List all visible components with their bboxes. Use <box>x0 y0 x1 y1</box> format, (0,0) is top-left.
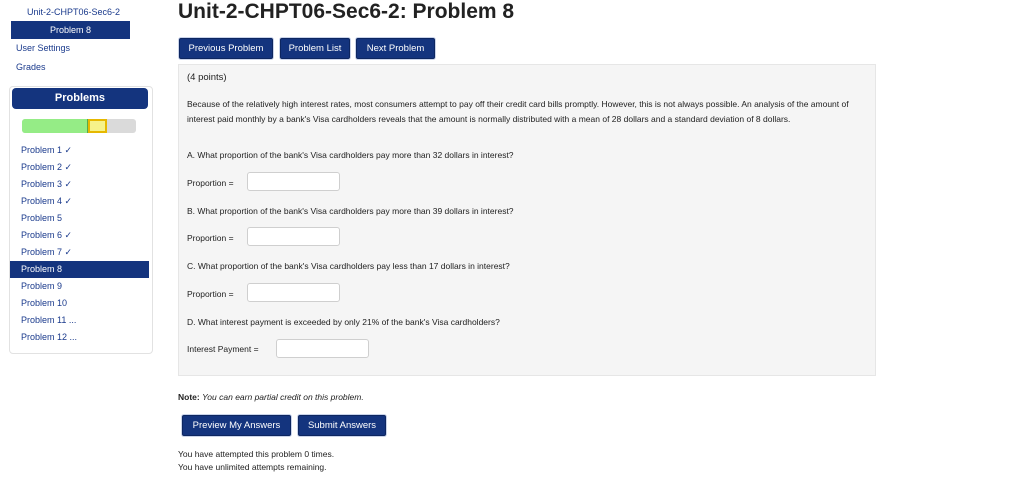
problems-header: Problems <box>12 88 148 109</box>
question-d: D. What interest payment is exceeded by … <box>187 317 500 327</box>
answer-input-c[interactable] <box>247 283 340 302</box>
question-b: B. What proportion of the bank's Visa ca… <box>187 206 514 216</box>
answer-input-d[interactable] <box>276 339 369 358</box>
answer-label-c: Proportion = <box>187 289 234 299</box>
submit-answers-button[interactable]: Submit Answers <box>298 415 386 436</box>
progress-current-fill <box>88 119 108 133</box>
note-label: Note: <box>178 392 200 402</box>
answer-input-a[interactable] <box>247 172 340 191</box>
problems-panel: Problems Problem 1 ✓ Problem 2 ✓ Problem… <box>9 86 153 354</box>
problem-list-item-12[interactable]: Problem 12 ... <box>10 329 152 346</box>
problem-list-item-6[interactable]: Problem 6 ✓ <box>10 227 152 244</box>
problem-list-item-2[interactable]: Problem 2 ✓ <box>10 159 152 176</box>
problem-list-item-7[interactable]: Problem 7 ✓ <box>10 244 152 261</box>
answer-label-b: Proportion = <box>187 233 234 243</box>
partial-credit-note: Note: You can earn partial credit on thi… <box>178 392 364 402</box>
attempted-count-text: You have attempted this problem 0 times. <box>178 449 335 459</box>
page-title: Unit-2-CHPT06-Sec6-2: Problem 8 <box>178 0 515 23</box>
user-settings-link[interactable]: User Settings <box>16 43 70 53</box>
problem-list-item-1[interactable]: Problem 1 ✓ <box>10 142 152 159</box>
problem-list-item-5[interactable]: Problem 5 <box>10 210 152 227</box>
attempts-info: You have attempted this problem 0 times.… <box>178 448 334 474</box>
note-text: You can earn partial credit on this prob… <box>202 392 364 402</box>
progress-correct-fill <box>22 119 89 133</box>
preview-answers-button[interactable]: Preview My Answers <box>182 415 291 436</box>
problem-list-item-8[interactable]: Problem 8 <box>10 261 149 278</box>
problem-set-link[interactable]: Unit-2-CHPT06-Sec6-2 <box>27 7 120 17</box>
problem-statement: Because of the relatively high interest … <box>187 99 849 124</box>
question-a: A. What proportion of the bank's Visa ca… <box>187 150 514 160</box>
next-problem-button[interactable]: Next Problem <box>356 38 435 59</box>
problem-list-item-11[interactable]: Problem 11 ... <box>10 312 152 329</box>
problem-list-item-9[interactable]: Problem 9 <box>10 278 152 295</box>
answer-label-a: Proportion = <box>187 178 234 188</box>
grades-link[interactable]: Grades <box>16 62 46 72</box>
current-problem-crumb[interactable]: Problem 8 <box>11 21 130 39</box>
problem-list-item-10[interactable]: Problem 10 <box>10 295 152 312</box>
question-c: C. What proportion of the bank's Visa ca… <box>187 261 510 271</box>
attempts-remaining-text: You have unlimited attempts remaining. <box>178 462 327 472</box>
answer-label-d: Interest Payment = <box>187 344 259 354</box>
problem-list-button[interactable]: Problem List <box>280 38 350 59</box>
problem-list-item-3[interactable]: Problem 3 ✓ <box>10 176 152 193</box>
answer-input-b[interactable] <box>247 227 340 246</box>
progress-bar <box>22 119 136 133</box>
previous-problem-button[interactable]: Previous Problem <box>179 38 273 59</box>
problem-list: Problem 1 ✓ Problem 2 ✓ Problem 3 ✓ Prob… <box>10 142 152 346</box>
problem-body: (4 points) Because of the relatively hig… <box>178 64 876 376</box>
problem-list-item-4[interactable]: Problem 4 ✓ <box>10 193 152 210</box>
problem-points: (4 points) <box>187 72 227 83</box>
